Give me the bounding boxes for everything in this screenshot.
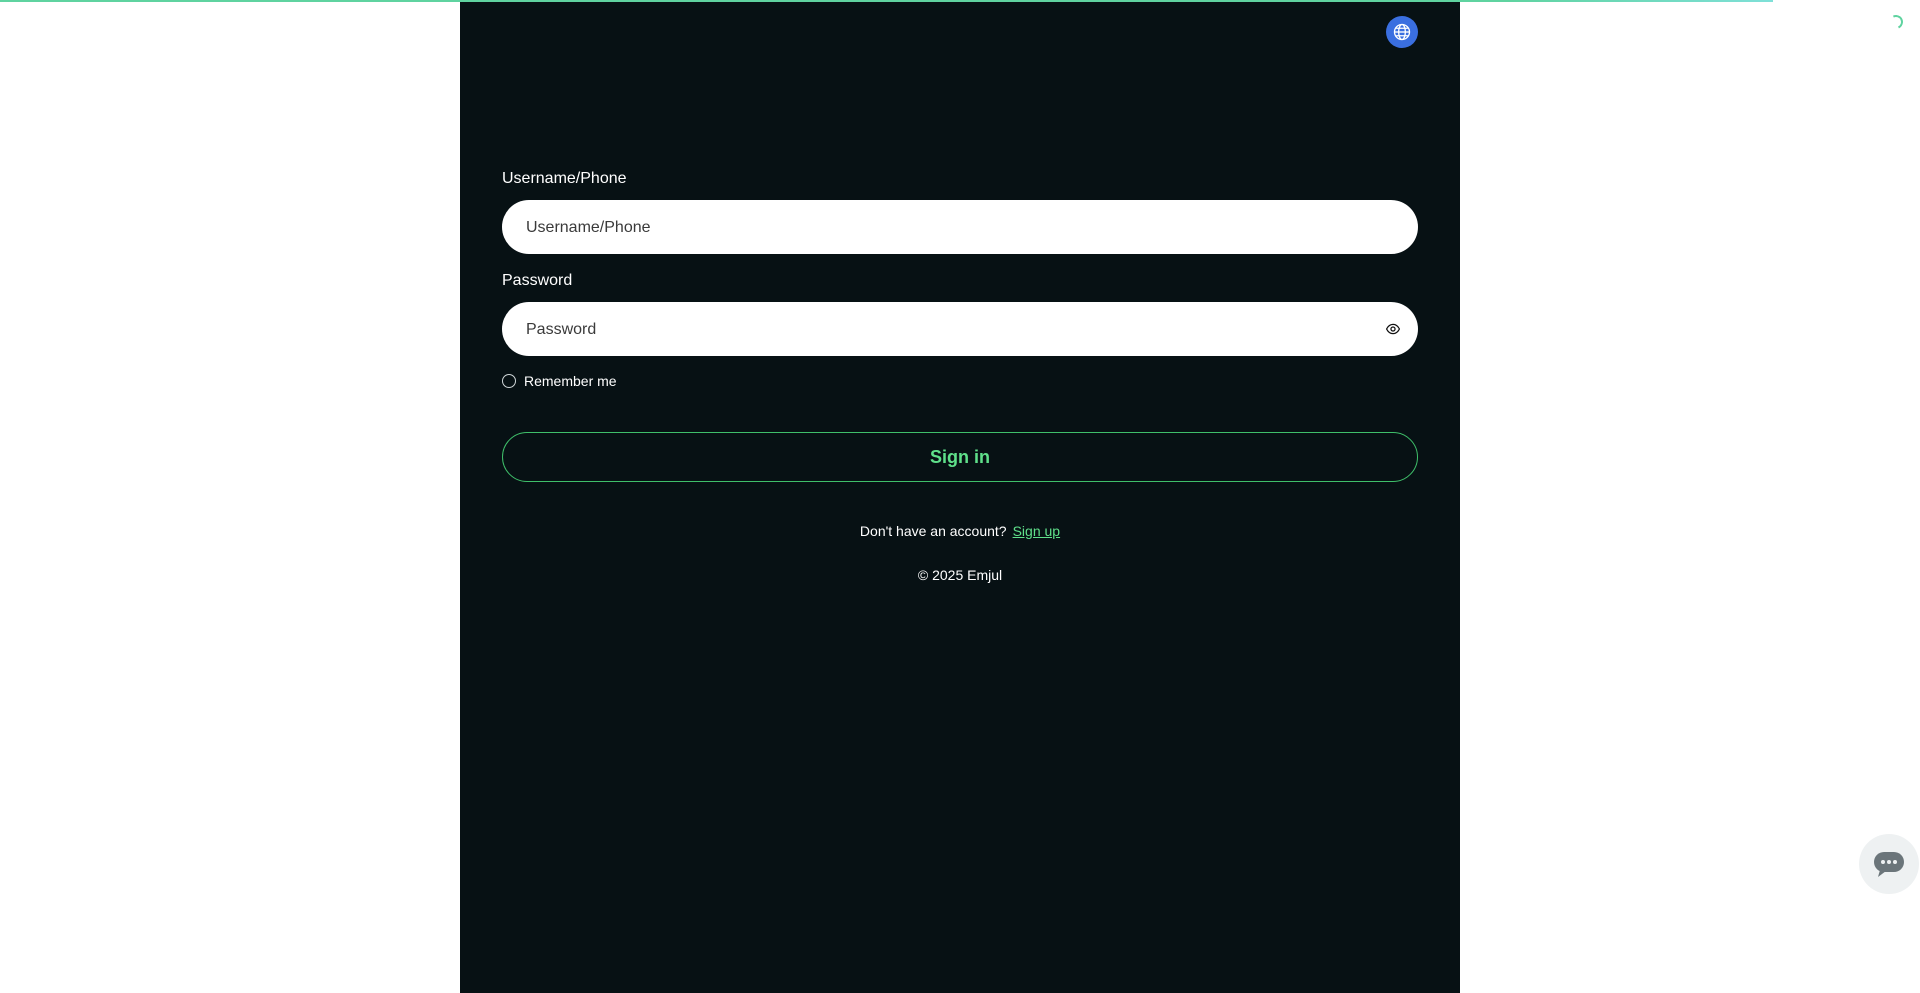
sign-in-button[interactable]: Sign in	[502, 432, 1418, 482]
username-input[interactable]	[524, 200, 1368, 256]
chat-icon	[1874, 852, 1904, 877]
login-panel: Username/Phone Password Remember me Sign…	[460, 0, 1460, 993]
language-button[interactable]	[1386, 16, 1418, 48]
remember-me-label: Remember me	[524, 373, 617, 389]
loading-spinner-icon	[1887, 13, 1905, 31]
chat-widget-button[interactable]	[1859, 834, 1919, 894]
copyright-text: © 2025 Emjul	[917, 567, 1003, 583]
username-label: Username/Phone	[502, 170, 627, 187]
remember-me-radio[interactable]	[502, 374, 516, 388]
password-input[interactable]	[524, 302, 1368, 358]
password-field-wrapper	[502, 302, 1418, 358]
loading-progress-bar	[0, 0, 1773, 2]
eye-icon[interactable]	[1386, 322, 1400, 336]
username-field-wrapper	[502, 200, 1418, 256]
globe-icon	[1393, 23, 1411, 41]
signup-prompt: Don't have an account? Sign up	[502, 523, 1418, 539]
sign-up-link[interactable]: Sign up	[1013, 523, 1060, 539]
no-account-text: Don't have an account?	[859, 523, 1007, 539]
remember-me-toggle[interactable]: Remember me	[502, 373, 617, 389]
password-label: Password	[502, 272, 573, 289]
